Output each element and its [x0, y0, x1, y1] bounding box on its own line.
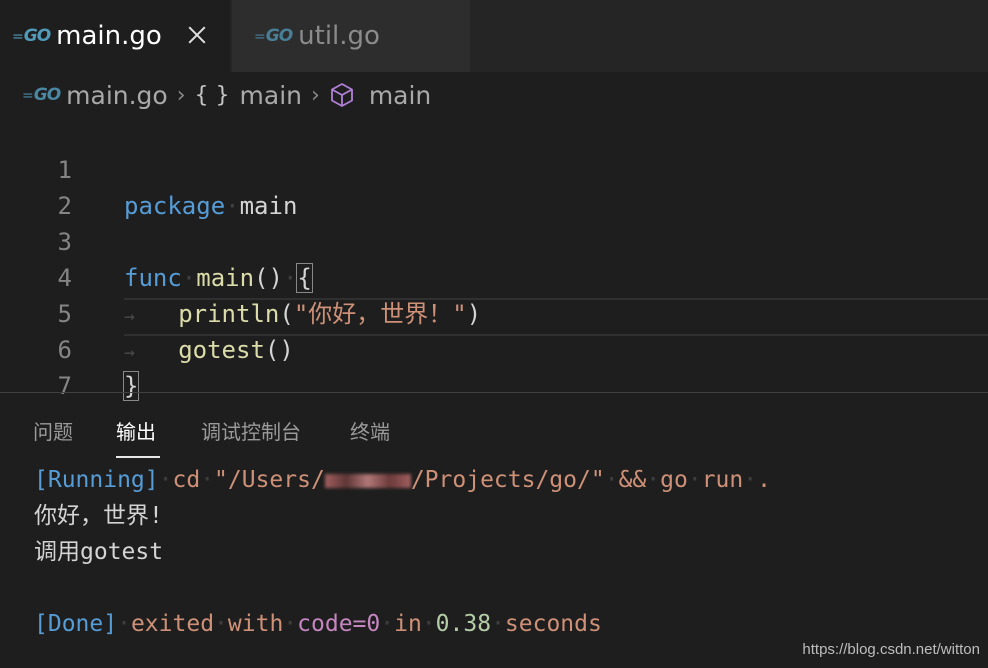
done-tag: [Done]: [34, 611, 118, 637]
breadcrumb-symbol[interactable]: main: [369, 81, 431, 110]
running-tag: [Running]: [34, 467, 159, 493]
command-text: &&: [618, 467, 647, 493]
active-tab-indicator: [116, 456, 160, 458]
breadcrumb-file[interactable]: main.go: [66, 81, 168, 110]
method-cube-icon: [330, 83, 353, 107]
redacted-username: [324, 473, 411, 488]
exit-code: code=0: [297, 611, 381, 637]
go-file-icon: GO: [254, 26, 293, 46]
command-text: run: [701, 467, 744, 493]
elapsed-time: 0.38: [435, 611, 492, 637]
tab-label: util.go: [298, 21, 380, 51]
output-line: 调用gotest: [34, 539, 164, 565]
code-line-4: 4 → println("你好，世界！"): [0, 224, 988, 328]
panel-divider[interactable]: [0, 392, 988, 393]
code-line-2: 2: [0, 152, 988, 220]
output-line: [Done]·exited·with·code=0·in·0.38·second…: [34, 611, 602, 637]
command-text: .: [757, 467, 771, 493]
code-line-1: 1 package·main: [0, 116, 988, 220]
code-line-5: 5 → gotest(): [0, 260, 988, 364]
close-icon[interactable]: [186, 24, 208, 46]
go-file-icon: GO: [12, 26, 51, 46]
panel-tab-bar: 问题 输出 调试控制台 终端: [0, 404, 988, 460]
tab-main-go[interactable]: GO main.go: [0, 0, 230, 72]
tab-util-go[interactable]: GO util.go: [232, 0, 470, 72]
code-line-6: 6 }: [0, 296, 988, 401]
line-number: 7: [57, 372, 72, 400]
command-text: go: [660, 467, 688, 493]
editor-tab-bar: GO main.go GO util.go: [0, 0, 988, 72]
tab-label: main.go: [56, 21, 162, 51]
watermark: https://blog.csdn.net/witton: [802, 641, 980, 658]
go-file-icon: GO: [22, 85, 61, 105]
tab-problems[interactable]: 问题: [33, 416, 73, 445]
breadcrumb-scope[interactable]: main: [240, 81, 302, 110]
tab-output[interactable]: 输出: [116, 416, 156, 445]
namespace-braces-icon: { }: [194, 82, 230, 108]
path-text: /Projects/go/": [410, 467, 605, 493]
chevron-right-icon: ›: [311, 82, 320, 108]
chevron-right-icon: ›: [176, 82, 186, 108]
tab-debug-console[interactable]: 调试控制台: [201, 416, 301, 445]
tab-terminal[interactable]: 终端: [350, 416, 390, 445]
output-word: seconds: [504, 611, 602, 637]
output-word: with: [227, 611, 284, 637]
code-editor[interactable]: 1 package·main 2 3 func·main()·{ 4 → pri…: [0, 116, 988, 401]
output-word: in: [394, 611, 422, 637]
code-line-3: 3 func·main()·{: [0, 188, 988, 293]
output-word: exited: [130, 611, 215, 637]
close-brace: }: [122, 371, 140, 401]
path-text: "/Users/: [214, 467, 325, 493]
code-line-7: 7: [0, 332, 988, 400]
command-text: cd: [172, 467, 201, 493]
breadcrumb: GO main.go › { } main › main: [0, 72, 988, 118]
output-line: 你好，世界!: [34, 503, 163, 529]
output-line: [Running]·cd·"/Users//Projects/go/"·&&·g…: [34, 467, 771, 493]
